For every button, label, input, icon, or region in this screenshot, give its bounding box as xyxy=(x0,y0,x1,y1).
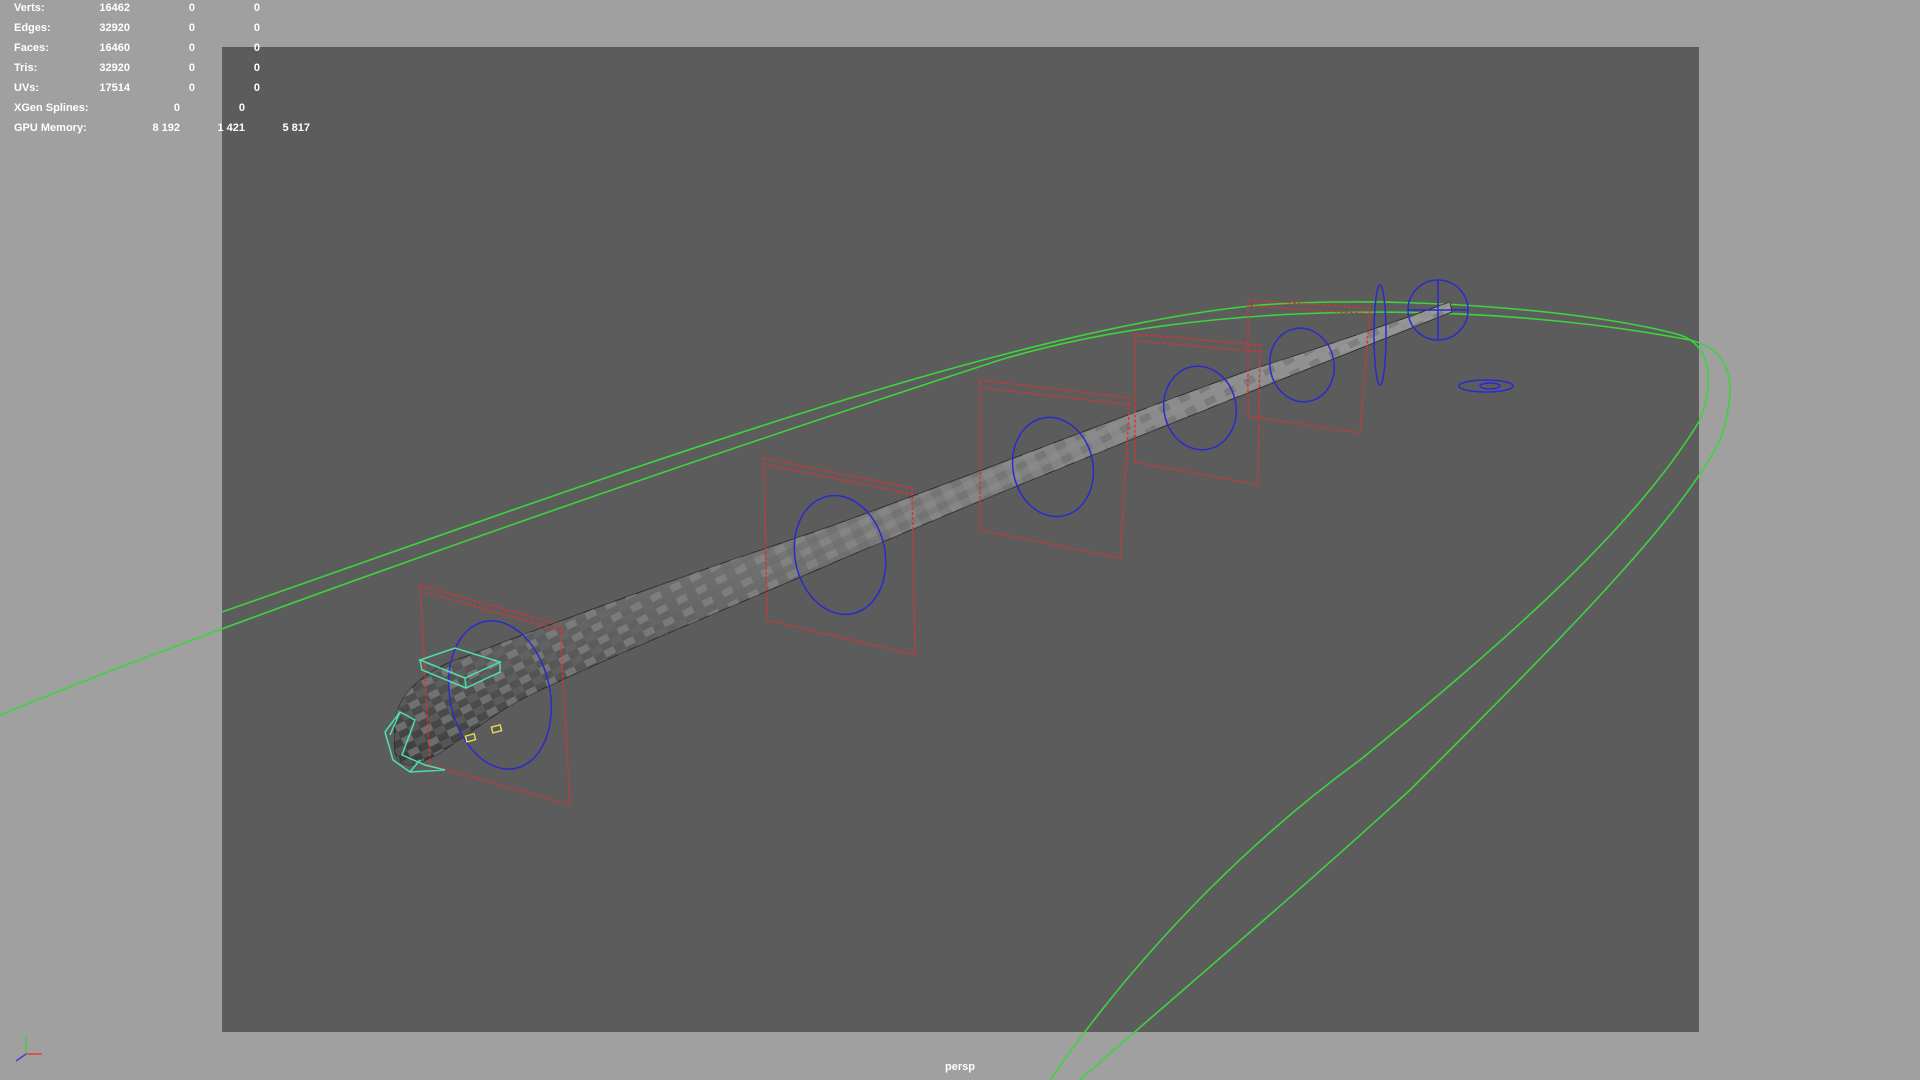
camera-name-label: persp xyxy=(945,1061,975,1073)
hud-row: GPU Memory: 8 192 1 421 5 817 xyxy=(0,122,340,140)
hud-row: Faces: 16460 0 0 xyxy=(0,42,340,60)
hud-row: Verts: 16462 0 0 xyxy=(0,2,340,20)
hud-value: 0 xyxy=(188,82,195,94)
hud-value: 0 xyxy=(188,22,195,34)
eye-left xyxy=(464,732,477,743)
axis-gizmo-icon xyxy=(15,1036,42,1062)
hud-value: 0 xyxy=(253,22,260,34)
hud-value: 1 421 xyxy=(217,122,245,134)
scene-3d-view[interactable] xyxy=(0,0,1920,1080)
hud-value: 0 xyxy=(188,2,195,14)
tail-tip-ring xyxy=(1458,379,1514,393)
hud-label: UVs: xyxy=(14,82,40,94)
hud-value: 0 xyxy=(253,62,260,74)
hud-label: XGen Splines: xyxy=(14,102,89,114)
hud-value: 8 192 xyxy=(152,122,180,134)
hud-label: GPU Memory: xyxy=(14,122,87,134)
eye-right xyxy=(490,723,503,734)
hud-value: 0 xyxy=(188,62,195,74)
hud-value: 5 817 xyxy=(282,122,310,134)
hud-value: 0 xyxy=(188,42,195,54)
hud-label: Tris: xyxy=(14,62,38,74)
path-curve-outer[interactable] xyxy=(0,301,1731,1080)
hud-value: 32920 xyxy=(99,62,130,74)
hud-value: 0 xyxy=(173,102,180,114)
hud-value: 0 xyxy=(238,102,245,114)
hud-value: 16460 xyxy=(99,42,130,54)
hud-value: 17514 xyxy=(99,82,130,94)
hud-value: 16462 xyxy=(99,2,130,14)
hud-row: Tris: 32920 0 0 xyxy=(0,62,340,80)
fk-control-boxes[interactable] xyxy=(419,299,1373,806)
hud-label: Verts: xyxy=(14,2,45,14)
hud-label: Edges: xyxy=(14,22,51,34)
ik-control-rings[interactable] xyxy=(435,279,1514,779)
hud-label: Faces: xyxy=(14,42,49,54)
hud-value: 32920 xyxy=(99,22,130,34)
hud-row: Edges: 32920 0 0 xyxy=(0,22,340,40)
hud-value: 0 xyxy=(253,82,260,94)
hud-value: 0 xyxy=(253,2,260,14)
hud-value: 0 xyxy=(253,42,260,54)
snake-mesh[interactable] xyxy=(393,301,1453,766)
poly-count-hud: Verts: 16462 0 0 Edges: 32920 0 0 Faces: 16460 0 0 T… xyxy=(0,0,340,140)
hud-row: UVs: 17514 0 0 xyxy=(0,82,340,100)
viewport-panel[interactable]: Verts: 16462 0 0 Edges: 32920 0 0 Faces: 16460 0 0 T… xyxy=(0,0,1920,1080)
hud-row: XGen Splines: 0 0 xyxy=(0,102,340,120)
